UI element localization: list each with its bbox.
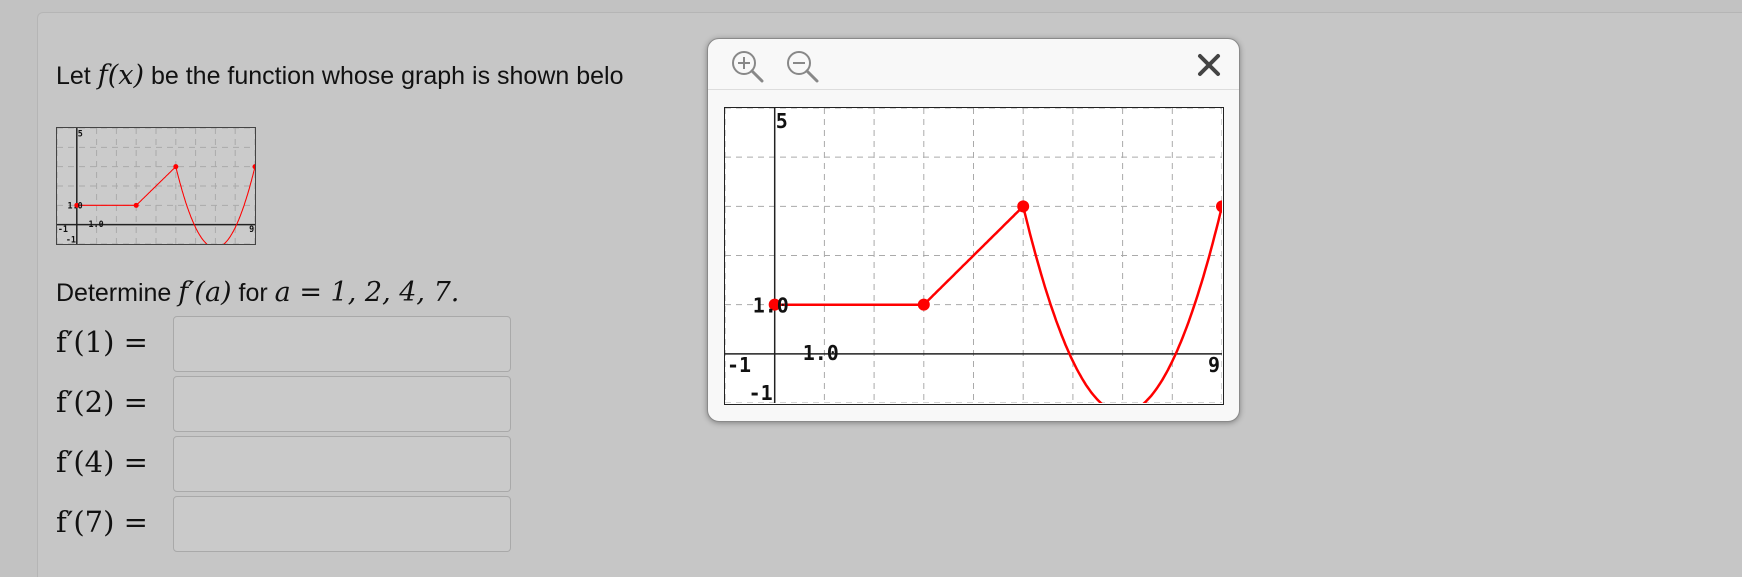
graph-popup: 5 1.0 -1 -1 1.0 9 [707,38,1240,422]
answer-label-1: f′(1) = [56,325,148,359]
curve-point [1017,200,1030,213]
answer-label-4: f′(4) = [56,445,148,479]
determine-prompt: Determine f′(a) for a = 1, 2, 4, 7. [56,277,459,308]
x-min-label: -1 [58,224,68,234]
y-min-label: -1 [749,381,773,403]
curve-point [252,164,258,170]
y-max-label: 5 [776,109,788,133]
curve-point [133,202,139,208]
determine-prefix: Determine [56,279,172,307]
question-intro: Let f(x) be the function whose graph is … [56,60,624,91]
answer-input-2[interactable] [173,376,511,432]
zoom-in-icon[interactable] [728,47,766,85]
answer-label-2: f′(2) = [56,385,148,419]
close-icon[interactable] [1193,49,1225,81]
intro-suffix: be the function whose graph is shown bel… [150,62,624,90]
curve-point [917,298,930,311]
a-values: a = 1, 2, 4, 7. [274,277,460,308]
function-curve [76,166,256,249]
graph-large: 5 1.0 -1 -1 1.0 9 [724,107,1228,415]
zoom-out-icon[interactable] [783,47,821,85]
y-tick-label: 1.0 [68,201,83,211]
x-min-label: -1 [727,353,751,377]
graph-thumbnail[interactable]: 5 1.0 -1 -1 1.0 9 [56,127,258,249]
answer-input-4[interactable] [173,436,511,492]
x-tick-label: 1.0 [803,341,839,365]
curve-point [173,164,179,170]
function-name: f(x) [97,60,145,91]
function-graph: 5 1.0 -1 -1 1.0 9 [724,107,1228,415]
determine-for: for [238,279,268,307]
answer-label-7: f′(7) = [56,505,148,539]
x-max-label: 9 [249,224,254,234]
answer-input-1[interactable] [173,316,511,372]
derivative-expression: f′(a) [178,277,232,308]
popup-toolbar [708,39,1239,90]
curve-point [1216,200,1228,213]
y-tick-label: 1.0 [753,294,789,318]
intro-prefix: Let [56,62,91,90]
x-tick-label: 1.0 [89,219,104,229]
thumbnail-graph: 5 1.0 -1-1 1.0 9 [56,127,258,249]
x-max-label: 9 [1208,353,1220,377]
y-max-label: 5 [78,128,83,138]
y-min-label: -1 [66,235,76,244]
answer-input-7[interactable] [173,496,511,552]
